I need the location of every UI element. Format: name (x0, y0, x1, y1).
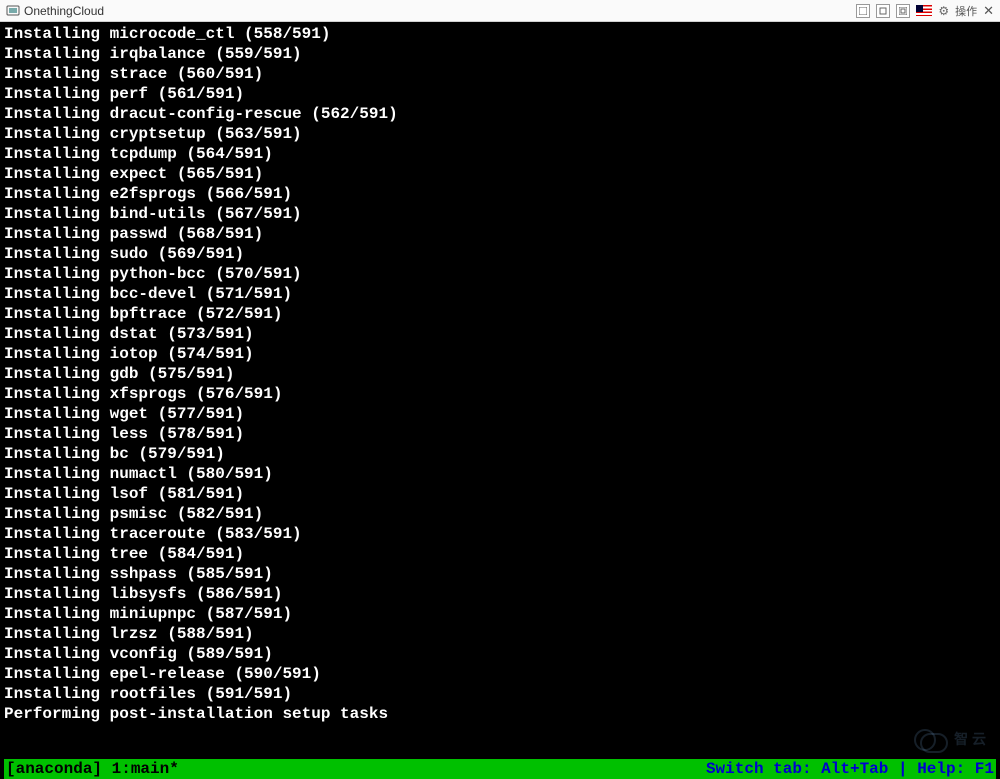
terminal-line: Installing bind-utils (567/591) (4, 204, 996, 224)
terminal[interactable]: Installing microcode_ctl (558/591)Instal… (0, 22, 1000, 779)
terminal-line: Installing lsof (581/591) (4, 484, 996, 504)
terminal-line: Performing post-installation setup tasks (4, 704, 996, 724)
terminal-line: Installing sudo (569/591) (4, 244, 996, 264)
terminal-line: Installing libsysfs (586/591) (4, 584, 996, 604)
statusbar-left: [anaconda] 1:main* (6, 759, 179, 779)
titlebar: OnethingCloud ⚙ 操作 ✕ (0, 0, 1000, 22)
terminal-line: Installing xfsprogs (576/591) (4, 384, 996, 404)
terminal-output: Installing microcode_ctl (558/591)Instal… (4, 24, 996, 759)
terminal-line: Installing lrzsz (588/591) (4, 624, 996, 644)
terminal-line: Installing bpftrace (572/591) (4, 304, 996, 324)
terminal-line: Installing tcpdump (564/591) (4, 144, 996, 164)
locale-flag-icon[interactable] (916, 5, 932, 16)
terminal-line: Installing strace (560/591) (4, 64, 996, 84)
terminal-line: Installing bcc-devel (571/591) (4, 284, 996, 304)
window-button-3[interactable] (896, 4, 910, 18)
terminal-line: Installing less (578/591) (4, 424, 996, 444)
terminal-line: Installing microcode_ctl (558/591) (4, 24, 996, 44)
statusbar-right: Switch tab: Alt+Tab | Help: F1 (706, 759, 994, 779)
terminal-line: Installing psmisc (582/591) (4, 504, 996, 524)
window-button-1[interactable] (856, 4, 870, 18)
terminal-line: Installing dracut-config-rescue (562/591… (4, 104, 996, 124)
terminal-line: Installing wget (577/591) (4, 404, 996, 424)
terminal-line: Installing sshpass (585/591) (4, 564, 996, 584)
titlebar-left: OnethingCloud (6, 4, 856, 18)
terminal-line: Installing epel-release (590/591) (4, 664, 996, 684)
terminal-line: Installing python-bcc (570/591) (4, 264, 996, 284)
terminal-line: Installing vconfig (589/591) (4, 644, 996, 664)
gear-icon[interactable]: ⚙ (938, 4, 949, 18)
terminal-line: Installing cryptsetup (563/591) (4, 124, 996, 144)
terminal-line: Installing iotop (574/591) (4, 344, 996, 364)
app-title: OnethingCloud (24, 4, 104, 18)
terminal-line: Installing miniupnpc (587/591) (4, 604, 996, 624)
terminal-line: Installing gdb (575/591) (4, 364, 996, 384)
titlebar-right: ⚙ 操作 ✕ (856, 3, 994, 19)
terminal-line: Installing traceroute (583/591) (4, 524, 996, 544)
terminal-line: Installing expect (565/591) (4, 164, 996, 184)
vm-window: OnethingCloud ⚙ 操作 ✕ Installing microcod… (0, 0, 1000, 779)
terminal-line: Installing rootfiles (591/591) (4, 684, 996, 704)
terminal-line: Installing perf (561/591) (4, 84, 996, 104)
terminal-line: Installing numactl (580/591) (4, 464, 996, 484)
terminal-line: Installing e2fsprogs (566/591) (4, 184, 996, 204)
ops-label[interactable]: 操作 (955, 3, 977, 19)
close-icon[interactable]: ✕ (983, 3, 994, 19)
app-icon (6, 4, 20, 18)
terminal-line: Installing irqbalance (559/591) (4, 44, 996, 64)
terminal-line: Installing tree (584/591) (4, 544, 996, 564)
terminal-line: Installing passwd (568/591) (4, 224, 996, 244)
tmux-statusbar: [anaconda] 1:main* Switch tab: Alt+Tab |… (4, 759, 996, 779)
terminal-line: Installing dstat (573/591) (4, 324, 996, 344)
terminal-line: Installing bc (579/591) (4, 444, 996, 464)
window-button-2[interactable] (876, 4, 890, 18)
